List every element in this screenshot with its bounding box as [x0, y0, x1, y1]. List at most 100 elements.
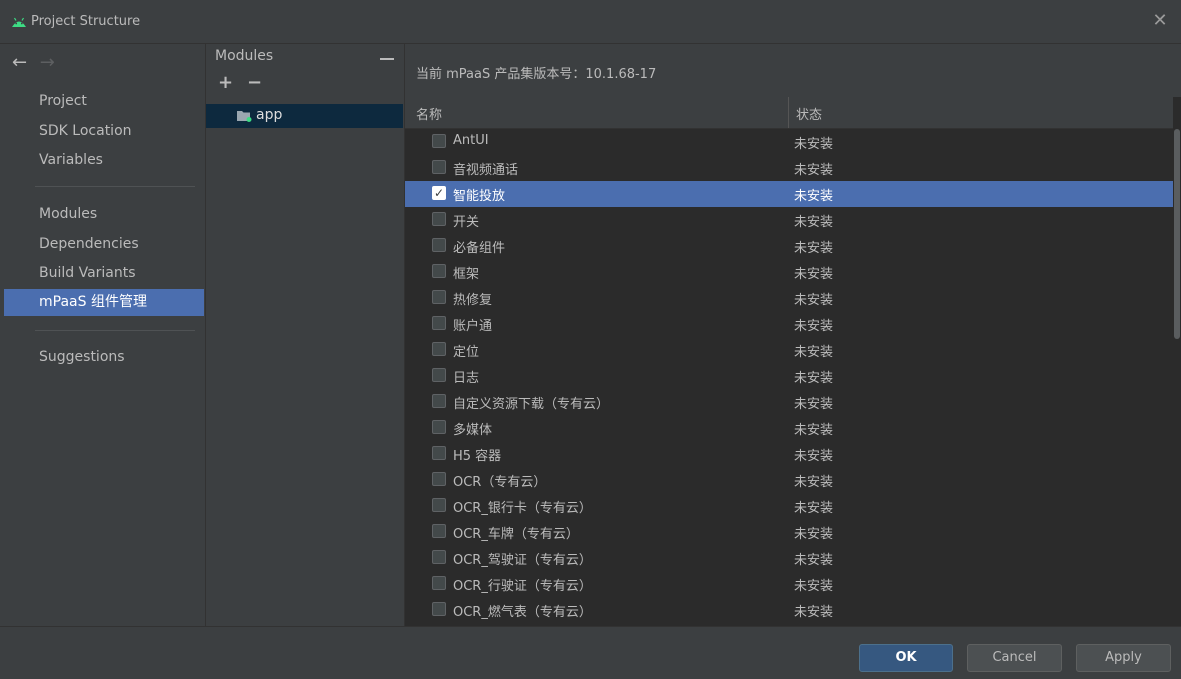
nav-item-sdk-location[interactable]: SDK Location: [4, 118, 204, 145]
remove-module-button[interactable]: −: [247, 74, 262, 92]
column-header-name[interactable]: 名称: [416, 104, 442, 123]
component-checkbox[interactable]: [432, 342, 446, 356]
nav-item-build-variants[interactable]: Build Variants: [4, 260, 204, 287]
component-status: 未安装: [794, 345, 834, 360]
modules-pane: Modules + − app: [206, 44, 405, 626]
title-bar: Project Structure ✕: [0, 0, 1181, 44]
component-checkbox[interactable]: [432, 446, 446, 460]
mpaas-version-label: 当前 mPaaS 产品集版本号：10.1.68-17: [416, 67, 657, 82]
nav-item-suggestions[interactable]: Suggestions: [4, 344, 204, 371]
module-item-app[interactable]: app: [206, 104, 403, 128]
component-name: 自定义资源下载（专有云）: [453, 397, 610, 412]
component-name: 定位: [453, 345, 480, 360]
table-row[interactable]: AntUI 未安装: [405, 129, 1173, 155]
ok-button[interactable]: OK: [859, 644, 953, 672]
column-divider[interactable]: [788, 97, 789, 128]
cancel-button[interactable]: Cancel: [967, 644, 1062, 672]
column-header-status[interactable]: 状态: [796, 104, 822, 123]
component-status: 未安装: [794, 163, 834, 178]
component-checkbox[interactable]: [432, 212, 446, 226]
component-checkbox[interactable]: [432, 290, 446, 304]
table-row[interactable]: OCR（专有云） 未安装: [405, 467, 1173, 493]
table-row[interactable]: OCR_银行卡（专有云） 未安装: [405, 493, 1173, 519]
table-row[interactable]: ✓ 智能投放 未安装: [405, 181, 1173, 207]
component-status: 未安装: [794, 475, 834, 490]
component-status: 未安装: [794, 397, 834, 412]
back-arrow-icon[interactable]: ←: [12, 52, 34, 73]
component-checkbox[interactable]: [432, 316, 446, 330]
component-checkbox[interactable]: [432, 550, 446, 564]
dialog-button-bar: OK Cancel Apply: [0, 626, 1181, 679]
column-divider: [788, 519, 789, 545]
table-header: 名称 状态: [405, 97, 1173, 129]
column-divider: [788, 363, 789, 389]
table-row[interactable]: H5 容器 未安装: [405, 441, 1173, 467]
nav-item-mpaas-components[interactable]: mPaaS 组件管理: [4, 289, 204, 316]
table-row[interactable]: 日志 未安装: [405, 363, 1173, 389]
component-checkbox[interactable]: [432, 394, 446, 408]
table-row[interactable]: OCR_行驶证（专有云） 未安装: [405, 571, 1173, 597]
nav-item-modules[interactable]: Modules: [4, 201, 204, 228]
add-module-button[interactable]: +: [218, 74, 233, 92]
column-divider: [788, 389, 789, 415]
component-checkbox[interactable]: ✓: [432, 186, 446, 200]
component-status: 未安装: [794, 449, 834, 464]
scrollbar-thumb[interactable]: [1174, 129, 1180, 339]
column-divider: [788, 571, 789, 597]
collapse-icon[interactable]: [380, 58, 394, 60]
component-status: 未安装: [794, 137, 834, 152]
project-structure-dialog: Project Structure ✕ ← → Project SDK Loca…: [0, 0, 1181, 679]
table-row[interactable]: 账户通 未安装: [405, 311, 1173, 337]
component-name: OCR_燃气表（专有云）: [453, 605, 592, 620]
component-name: OCR（专有云）: [453, 475, 547, 490]
table-row[interactable]: 音视频通话 未安装: [405, 155, 1173, 181]
column-divider: [788, 181, 789, 207]
table-row[interactable]: 框架 未安装: [405, 259, 1173, 285]
component-status: 未安装: [794, 371, 834, 386]
component-checkbox[interactable]: [432, 134, 446, 148]
table-row[interactable]: 必备组件 未安装: [405, 233, 1173, 259]
table-row[interactable]: OCR_车牌（专有云） 未安装: [405, 519, 1173, 545]
column-divider: [788, 597, 789, 623]
component-name: 日志: [453, 371, 480, 386]
column-divider: [788, 467, 789, 493]
nav-item-project[interactable]: Project: [4, 88, 204, 115]
table-row[interactable]: 热修复 未安装: [405, 285, 1173, 311]
column-divider: [788, 285, 789, 311]
table-row[interactable]: 多媒体 未安装: [405, 415, 1173, 441]
column-divider: [788, 155, 789, 181]
column-divider: [788, 415, 789, 441]
component-checkbox[interactable]: [432, 472, 446, 486]
android-icon: [12, 17, 26, 27]
component-rows: AntUI 未安装 音视频通话 未安装 ✓ 智能投放 未安装 开关 未安装 必备组件 未安装 框架 未安…: [405, 129, 1173, 623]
component-status: 未安装: [794, 319, 834, 334]
component-checkbox[interactable]: [432, 524, 446, 538]
component-checkbox[interactable]: [432, 264, 446, 278]
forward-arrow-icon[interactable]: →: [40, 52, 62, 73]
component-checkbox[interactable]: [432, 498, 446, 512]
component-checkbox[interactable]: [432, 238, 446, 252]
component-name: 音视频通话: [453, 163, 519, 178]
component-checkbox[interactable]: [432, 368, 446, 382]
table-row[interactable]: 开关 未安装: [405, 207, 1173, 233]
nav-item-dependencies[interactable]: Dependencies: [4, 231, 204, 258]
apply-button[interactable]: Apply: [1076, 644, 1171, 672]
close-icon[interactable]: ✕: [1151, 12, 1169, 30]
nav-item-variables[interactable]: Variables: [4, 147, 204, 174]
table-row[interactable]: 定位 未安装: [405, 337, 1173, 363]
component-status: 未安装: [794, 553, 834, 568]
component-checkbox[interactable]: [432, 160, 446, 174]
table-row[interactable]: 自定义资源下载（专有云） 未安装: [405, 389, 1173, 415]
component-name: OCR_行驶证（专有云）: [453, 579, 592, 594]
table-row[interactable]: OCR_燃气表（专有云） 未安装: [405, 597, 1173, 623]
table-scrollbar[interactable]: [1173, 129, 1181, 626]
component-name: 账户通: [453, 319, 493, 334]
table-row[interactable]: OCR_驾驶证（专有云） 未安装: [405, 545, 1173, 571]
column-divider: [788, 337, 789, 363]
component-checkbox[interactable]: [432, 420, 446, 434]
component-checkbox[interactable]: [432, 602, 446, 616]
component-checkbox[interactable]: [432, 576, 446, 590]
component-name: 必备组件: [453, 241, 506, 256]
component-name: OCR_银行卡（专有云）: [453, 501, 592, 516]
component-name: 框架: [453, 267, 480, 282]
